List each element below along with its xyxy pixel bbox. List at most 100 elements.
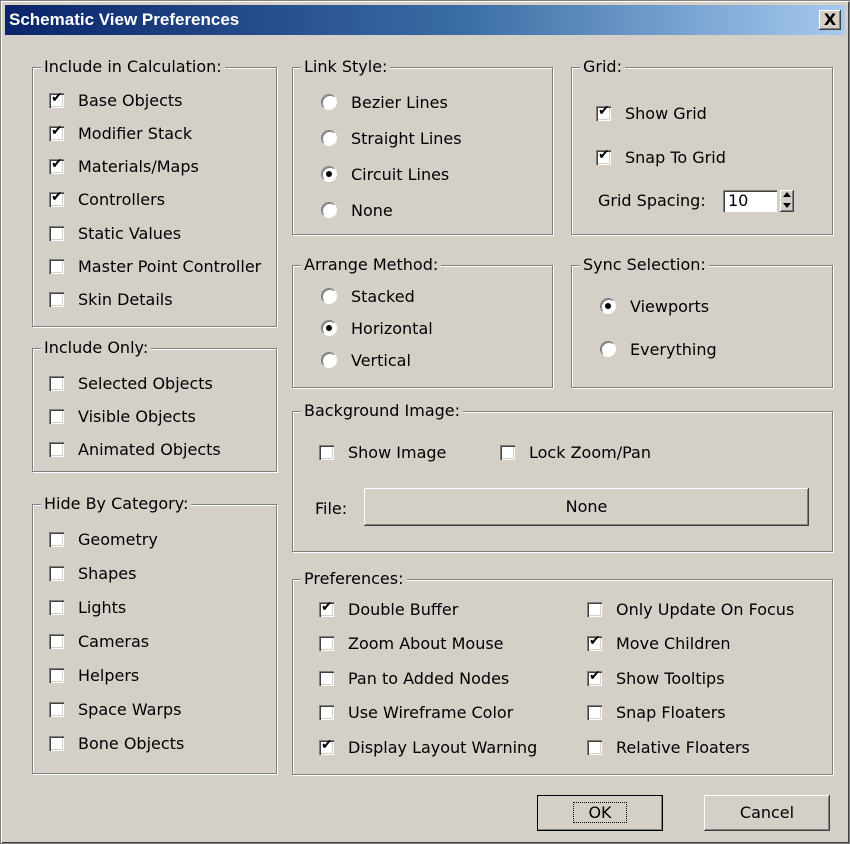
stacked-radio[interactable]: Stacked — [321, 284, 415, 308]
radio-button[interactable] — [321, 94, 337, 110]
lock-zoom-pan-checkbox[interactable]: Lock Zoom/Pan — [500, 440, 651, 464]
spinner-up-icon[interactable] — [783, 192, 791, 197]
cancel-button[interactable]: Cancel — [704, 795, 830, 831]
radio-button[interactable] — [321, 320, 337, 336]
pan-to-added-nodes-checkbox[interactable]: Pan to Added Nodes — [319, 666, 509, 690]
show-image-checkbox[interactable]: Show Image — [319, 440, 446, 464]
file-select-button[interactable]: None — [364, 488, 809, 526]
checkbox-box[interactable] — [49, 225, 64, 241]
group-legend: Preferences: — [301, 569, 407, 589]
checkbox-box[interactable] — [49, 90, 64, 108]
group-legend: Arrange Method: — [301, 255, 442, 275]
grid-spacing-input[interactable]: 10 — [723, 190, 777, 212]
checkbox-label: Show Image — [348, 442, 447, 462]
helpers-checkbox[interactable]: Helpers — [49, 663, 139, 687]
bezier-lines-radio[interactable]: Bezier Lines — [321, 90, 448, 114]
show-tooltips-checkbox[interactable]: Show Tooltips — [587, 666, 725, 690]
radio-button[interactable] — [321, 166, 337, 182]
lights-checkbox[interactable]: Lights — [49, 595, 126, 619]
radio-button[interactable] — [321, 202, 337, 218]
group-legend: Link Style: — [301, 57, 391, 77]
checkbox-box[interactable] — [587, 705, 602, 720]
checkbox-box[interactable] — [49, 292, 64, 308]
checkbox-box[interactable] — [500, 444, 515, 460]
checkbox-box[interactable] — [49, 189, 64, 208]
shapes-checkbox[interactable]: Shapes — [49, 561, 136, 585]
checkbox-box[interactable] — [587, 601, 602, 617]
checkbox-box[interactable] — [319, 599, 334, 617]
animated-objects-checkbox[interactable]: Animated Objects — [49, 437, 221, 461]
checkbox-box[interactable] — [49, 565, 64, 581]
checkbox-box[interactable] — [49, 375, 64, 391]
checkbox-box[interactable] — [49, 156, 64, 175]
snap-floaters-checkbox[interactable]: Snap Floaters — [587, 701, 726, 725]
checkbox-box[interactable] — [49, 259, 64, 274]
checkbox-box[interactable] — [49, 408, 64, 424]
master-point-controller-checkbox[interactable]: Master Point Controller — [49, 255, 261, 279]
checkbox-box[interactable] — [49, 735, 64, 751]
title-bar[interactable]: Schematic View Preferences X — [5, 5, 845, 35]
checkbox-label: Use Wireframe Color — [348, 703, 514, 722]
checkbox-box[interactable] — [49, 599, 64, 615]
static-values-checkbox[interactable]: Static Values — [49, 221, 181, 245]
selected-objects-checkbox[interactable]: Selected Objects — [49, 371, 213, 395]
checkbox-box[interactable] — [587, 668, 602, 686]
relative-floaters-checkbox[interactable]: Relative Floaters — [587, 735, 750, 759]
show-grid-checkbox[interactable]: Show Grid — [596, 101, 707, 125]
radio-label: Bezier Lines — [351, 92, 448, 112]
checkbox-box[interactable] — [587, 739, 602, 755]
bone-objects-checkbox[interactable]: Bone Objects — [49, 731, 184, 755]
radio-button[interactable] — [321, 130, 337, 146]
viewports-radio[interactable]: Viewports — [600, 294, 709, 318]
base-objects-checkbox[interactable]: Base Objects — [49, 88, 183, 112]
straight-lines-radio[interactable]: Straight Lines — [321, 126, 462, 150]
checkbox-box[interactable] — [49, 667, 64, 683]
radio-button[interactable] — [600, 341, 616, 357]
file-row: File: — [315, 496, 347, 520]
everything-radio[interactable]: Everything — [600, 337, 717, 361]
circuit-lines-radio[interactable]: Circuit Lines — [321, 162, 449, 186]
radio-button[interactable] — [600, 298, 616, 314]
geometry-checkbox[interactable]: Geometry — [49, 527, 158, 551]
radio-button[interactable] — [321, 288, 337, 304]
checkbox-label: Visible Objects — [78, 406, 196, 426]
checkbox-box[interactable] — [596, 103, 611, 121]
grid-spacing-spinner[interactable] — [780, 190, 794, 212]
checkbox-box[interactable] — [587, 633, 602, 651]
checkbox-box[interactable] — [49, 441, 64, 457]
only-update-on-focus-checkbox[interactable]: Only Update On Focus — [587, 597, 794, 621]
spinner-down-icon[interactable] — [783, 203, 791, 208]
checkbox-box[interactable] — [49, 531, 64, 547]
zoom-about-mouse-checkbox[interactable]: Zoom About Mouse — [319, 632, 504, 656]
none-radio[interactable]: None — [321, 198, 393, 222]
group-legend: Background Image: — [301, 401, 464, 421]
checkbox-box[interactable] — [319, 444, 334, 460]
use-wireframe-color-checkbox[interactable]: Use Wireframe Color — [319, 701, 513, 725]
group-background-image: Background Image: Show Image Lock Zoom/P… — [292, 401, 833, 552]
visible-objects-checkbox[interactable]: Visible Objects — [49, 404, 196, 428]
radio-button[interactable] — [321, 352, 337, 368]
checkbox-box[interactable] — [49, 123, 64, 141]
vertical-radio[interactable]: Vertical — [321, 348, 411, 372]
checkbox-box[interactable] — [319, 636, 334, 651]
skin-details-checkbox[interactable]: Skin Details — [49, 288, 173, 312]
cameras-checkbox[interactable]: Cameras — [49, 629, 149, 653]
snap-to-grid-checkbox[interactable]: Snap To Grid — [596, 145, 726, 169]
materials-maps-checkbox[interactable]: Materials/Maps — [49, 155, 199, 179]
horizontal-radio[interactable]: Horizontal — [321, 316, 433, 340]
checkbox-box[interactable] — [319, 737, 334, 755]
ok-button[interactable]: OK — [537, 795, 663, 831]
modifier-stack-checkbox[interactable]: Modifier Stack — [49, 121, 192, 145]
checkbox-box[interactable] — [49, 633, 64, 649]
close-button[interactable]: X — [819, 10, 841, 30]
checkbox-box[interactable] — [596, 147, 611, 165]
move-children-checkbox[interactable]: Move Children — [587, 632, 731, 656]
checkbox-box[interactable] — [49, 701, 64, 717]
display-layout-warning-checkbox[interactable]: Display Layout Warning — [319, 735, 537, 759]
controllers-checkbox[interactable]: Controllers — [49, 188, 165, 212]
grid-spacing-value: 10 — [728, 191, 749, 210]
checkbox-box[interactable] — [319, 670, 334, 686]
checkbox-box[interactable] — [319, 705, 334, 720]
double-buffer-checkbox[interactable]: Double Buffer — [319, 597, 458, 621]
space-warps-checkbox[interactable]: Space Warps — [49, 697, 182, 721]
